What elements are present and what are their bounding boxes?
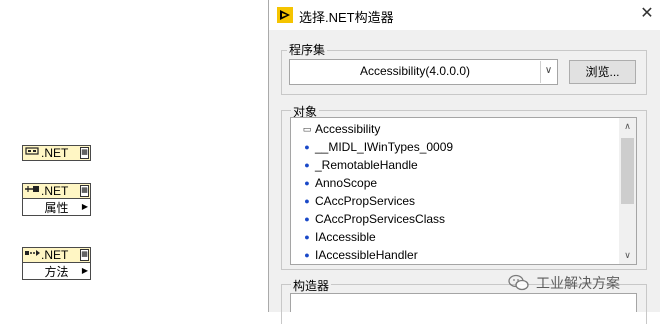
node-label: .NET bbox=[41, 146, 69, 160]
assembly-select-value: Accessibility(4.0.0.0) bbox=[359, 64, 471, 78]
constructors-list[interactable] bbox=[290, 293, 637, 312]
dotnet-property-node[interactable]: .NET ▦ 属性 ▶ bbox=[22, 183, 91, 216]
method-row[interactable]: 方法 ▶ bbox=[22, 263, 91, 280]
property-row-label: 属性 bbox=[44, 200, 69, 215]
bullet-icon: ● bbox=[304, 160, 310, 170]
constructor-node-icon bbox=[23, 146, 41, 161]
row-arrow-icon: ▶ bbox=[81, 202, 88, 211]
invoke-node-icon bbox=[23, 248, 41, 263]
scroll-thumb[interactable] bbox=[621, 138, 634, 204]
constructors-group-label: 构造器 bbox=[291, 277, 332, 294]
scroll-down-icon[interactable]: ∨ bbox=[619, 247, 636, 264]
chevron-down-icon[interactable]: ∨ bbox=[540, 61, 556, 83]
scroll-up-icon[interactable]: ∧ bbox=[619, 118, 636, 135]
wechat-icon bbox=[508, 274, 530, 292]
bullet-icon: ● bbox=[304, 142, 310, 152]
node-header: .NET ▦ bbox=[22, 247, 91, 263]
vertical-scrollbar[interactable]: ∧ ∨ bbox=[619, 118, 636, 264]
method-row-label: 方法 bbox=[44, 264, 69, 279]
labview-logo-icon bbox=[277, 7, 293, 23]
node-terminal-icon[interactable]: ▦ bbox=[80, 185, 89, 197]
bullet-icon: ● bbox=[304, 178, 310, 188]
row-arrow-icon: ▶ bbox=[81, 266, 88, 275]
select-dotnet-constructor-dialog: 选择.NET构造器 ✕ 程序集 Accessibility(4.0.0.0) ∨… bbox=[268, 0, 660, 324]
objects-list[interactable]: ▭ Accessibility ● __MIDL_IWinTypes_0009 ● _… bbox=[290, 117, 637, 265]
assembly-group-label: 程序集 bbox=[287, 41, 328, 58]
namespace-icon: ▭ bbox=[302, 124, 312, 134]
assembly-select[interactable]: Accessibility(4.0.0.0) ∨ bbox=[289, 59, 558, 85]
dotnet-invoke-node[interactable]: .NET ▦ 方法 ▶ bbox=[22, 247, 91, 280]
dialog-title: 选择.NET构造器 bbox=[299, 10, 394, 25]
bullet-icon: ● bbox=[304, 250, 310, 260]
bullet-icon: ● bbox=[304, 196, 310, 206]
node-terminal-icon[interactable]: ▦ bbox=[80, 147, 89, 159]
watermark: 工业解决方案 bbox=[508, 272, 620, 294]
node-label: .NET bbox=[41, 184, 69, 198]
dotnet-constructor-node[interactable]: .NET ▦ bbox=[22, 145, 91, 161]
title-bar[interactable]: 选择.NET构造器 ✕ bbox=[269, 0, 660, 30]
node-terminal-icon[interactable]: ▦ bbox=[80, 249, 89, 261]
watermark-text: 工业解决方案 bbox=[536, 275, 620, 291]
close-button[interactable]: ✕ bbox=[634, 0, 660, 28]
node-label: .NET bbox=[41, 248, 69, 262]
node-header: .NET ▦ bbox=[22, 145, 91, 161]
property-row[interactable]: 属性 ▶ bbox=[22, 199, 91, 216]
bullet-icon: ● bbox=[304, 232, 310, 242]
node-header: .NET ▦ bbox=[22, 183, 91, 199]
browse-button[interactable]: 浏览... bbox=[569, 60, 636, 84]
property-node-icon bbox=[23, 184, 41, 199]
bullet-icon: ● bbox=[304, 214, 310, 224]
